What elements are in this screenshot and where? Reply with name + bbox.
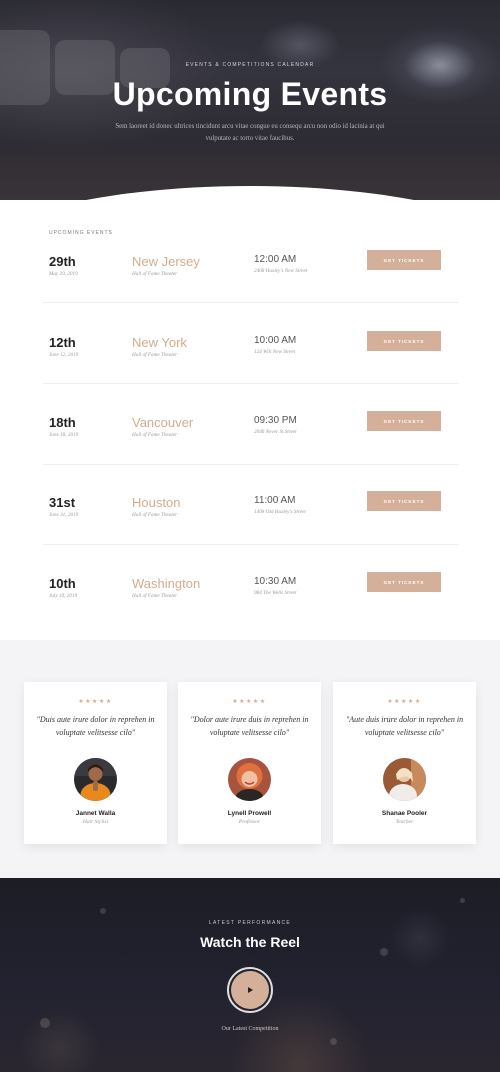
play-button[interactable] — [227, 967, 273, 1013]
get-tickets-button[interactable]: GET TICKETS — [367, 572, 441, 592]
testimonial-quote: "Duis aute irure dolor in reprehen in vo… — [36, 715, 155, 737]
get-tickets-button[interactable]: GET TICKETS — [367, 411, 441, 431]
event-day: 31st — [49, 495, 76, 510]
rating-stars: ★★★★★ — [387, 699, 422, 705]
get-tickets-button[interactable]: GET TICKETS — [367, 331, 441, 351]
play-button-inner[interactable] — [231, 971, 269, 1009]
reel-caption: Our Latest Competition — [221, 1026, 279, 1032]
event-day: 18th — [49, 415, 76, 430]
bokeh-light — [100, 908, 106, 914]
testimonial-role: Teacher — [395, 819, 414, 825]
rating-stars: ★★★★★ — [78, 699, 113, 705]
event-date: May 29, 2019 — [49, 271, 78, 277]
bokeh-light — [460, 898, 465, 903]
event-venue: Hall of Fame Theater — [132, 432, 178, 438]
event-time: 09:30 PM — [254, 415, 297, 426]
testimonial-card: ★★★★★ "Dolor aute irure duis in reprehen… — [178, 682, 321, 844]
hero-subtitle: EVENTS & COMPETITIONS CALENDAR — [185, 62, 315, 68]
event-venue: Hall of Fame Theater — [132, 593, 178, 599]
event-row: 29th May 29, 2019 New Jersey Hall of Fam… — [43, 250, 459, 335]
row-divider — [43, 464, 459, 465]
event-day: 29th — [49, 254, 76, 269]
reel-title: Watch the Reel — [200, 934, 300, 950]
event-time: 12:00 AM — [254, 254, 297, 265]
event-city[interactable]: New York — [132, 335, 187, 350]
hero-curve-divider — [0, 186, 500, 200]
event-row: 18th June 18, 2019 Vancouver Hall of Fam… — [43, 411, 459, 496]
get-tickets-button[interactable]: GET TICKETS — [367, 250, 441, 270]
event-city[interactable]: Washington — [132, 576, 200, 591]
rating-stars: ★★★★★ — [232, 699, 267, 705]
testimonial-name: Lynell Prowell — [227, 810, 272, 817]
testimonial-quote: "Dolor aute irure duis in reprehen in vo… — [190, 715, 309, 737]
row-divider — [43, 302, 459, 303]
event-time: 11:00 AM — [254, 495, 296, 506]
row-divider — [43, 544, 459, 545]
testimonial-card: ★★★★★ "Aute duis irure dolor in reprehen… — [333, 682, 476, 844]
testimonial-role: Hair Stylist — [82, 819, 109, 825]
testimonial-quote: "Aute duis irure dolor in reprehen in vo… — [345, 715, 464, 737]
hero-section: EVENTS & COMPETITIONS CALENDAR Upcoming … — [0, 0, 500, 200]
avatar — [383, 758, 426, 801]
page-title: Upcoming Events — [112, 76, 388, 112]
event-address: 2408 Huxley's New Street — [254, 268, 308, 274]
testimonial-name: Jannet Walla — [75, 810, 116, 817]
event-address: 984 The Wells Street — [254, 590, 297, 596]
get-tickets-button[interactable]: GET TICKETS — [367, 491, 441, 511]
event-venue: Hall of Fame Theater — [132, 512, 178, 518]
testimonial-role: Professor — [238, 819, 261, 825]
row-divider — [43, 383, 459, 384]
event-city[interactable]: Houston — [132, 495, 180, 510]
avatar — [228, 758, 271, 801]
event-address: 1408 Old Huxley's Street — [254, 509, 306, 515]
event-city[interactable]: New Jersey — [132, 254, 200, 269]
event-venue: Hall of Fame Theater — [132, 271, 178, 277]
event-row: 12th June 12, 2019 New York Hall of Fame… — [43, 331, 459, 416]
event-row: 31st June 31, 2019 Houston Hall of Fame … — [43, 491, 459, 576]
event-date: July 10, 2019 — [49, 593, 78, 599]
event-venue: Hall of Fame Theater — [132, 352, 178, 358]
play-icon — [248, 987, 253, 993]
testimonial-card: ★★★★★ "Duis aute irure dolor in reprehen… — [24, 682, 167, 844]
reel-subtitle: LATEST PERFORMANCE — [208, 920, 292, 926]
event-day: 12th — [49, 335, 76, 350]
event-date: June 12, 2019 — [49, 352, 79, 358]
event-address: 2046 Never St Street — [254, 429, 297, 435]
events-section-label: UPCOMING EVENTS — [49, 230, 113, 236]
event-time: 10:00 AM — [254, 335, 297, 346]
avatar — [74, 758, 117, 801]
event-city[interactable]: Vancouver — [132, 415, 193, 430]
reel-section: LATEST PERFORMANCE Watch the Reel Our La… — [0, 878, 500, 1072]
hero-description: Sem laoreet id donec ultrices tincidunt … — [115, 123, 385, 142]
testimonial-name: Shanae Pooler — [381, 810, 428, 817]
bokeh-light — [330, 1038, 337, 1045]
event-day: 10th — [49, 576, 76, 591]
event-time: 10:30 AM — [254, 576, 297, 587]
event-date: June 18, 2019 — [49, 432, 79, 438]
event-address: 124 Wilt New Street — [254, 349, 296, 355]
event-date: June 31, 2019 — [49, 512, 79, 518]
